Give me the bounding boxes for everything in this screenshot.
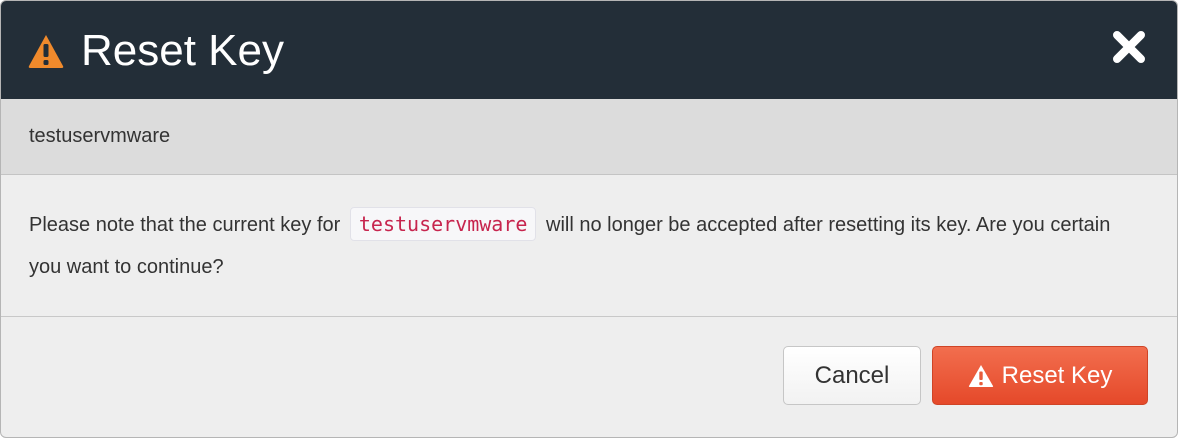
message-text-before: Please note that the current key for — [29, 214, 341, 236]
reset-key-button[interactable]: Reset Key — [932, 346, 1148, 405]
dialog-title-text: Reset Key — [81, 26, 284, 75]
close-icon[interactable] — [1111, 29, 1147, 65]
reset-key-dialog: Reset Key testuservmware Please note tha… — [0, 0, 1178, 438]
dialog-footer: Cancel Reset Key — [1, 317, 1177, 436]
dialog-header: Reset Key — [1, 1, 1177, 99]
warning-triangle-icon — [968, 364, 993, 387]
dialog-body: Please note that the current key for tes… — [1, 175, 1177, 317]
dialog-subheader: testuservmware — [1, 99, 1177, 175]
warning-triangle-icon — [28, 35, 64, 68]
reset-key-button-label: Reset Key — [1001, 361, 1113, 389]
dialog-title: Reset Key — [27, 23, 284, 79]
username-label: testuservmware — [29, 125, 171, 147]
cancel-button[interactable]: Cancel — [783, 346, 921, 405]
username-code: testuservmware — [349, 207, 537, 241]
cancel-button-label: Cancel — [814, 361, 890, 389]
